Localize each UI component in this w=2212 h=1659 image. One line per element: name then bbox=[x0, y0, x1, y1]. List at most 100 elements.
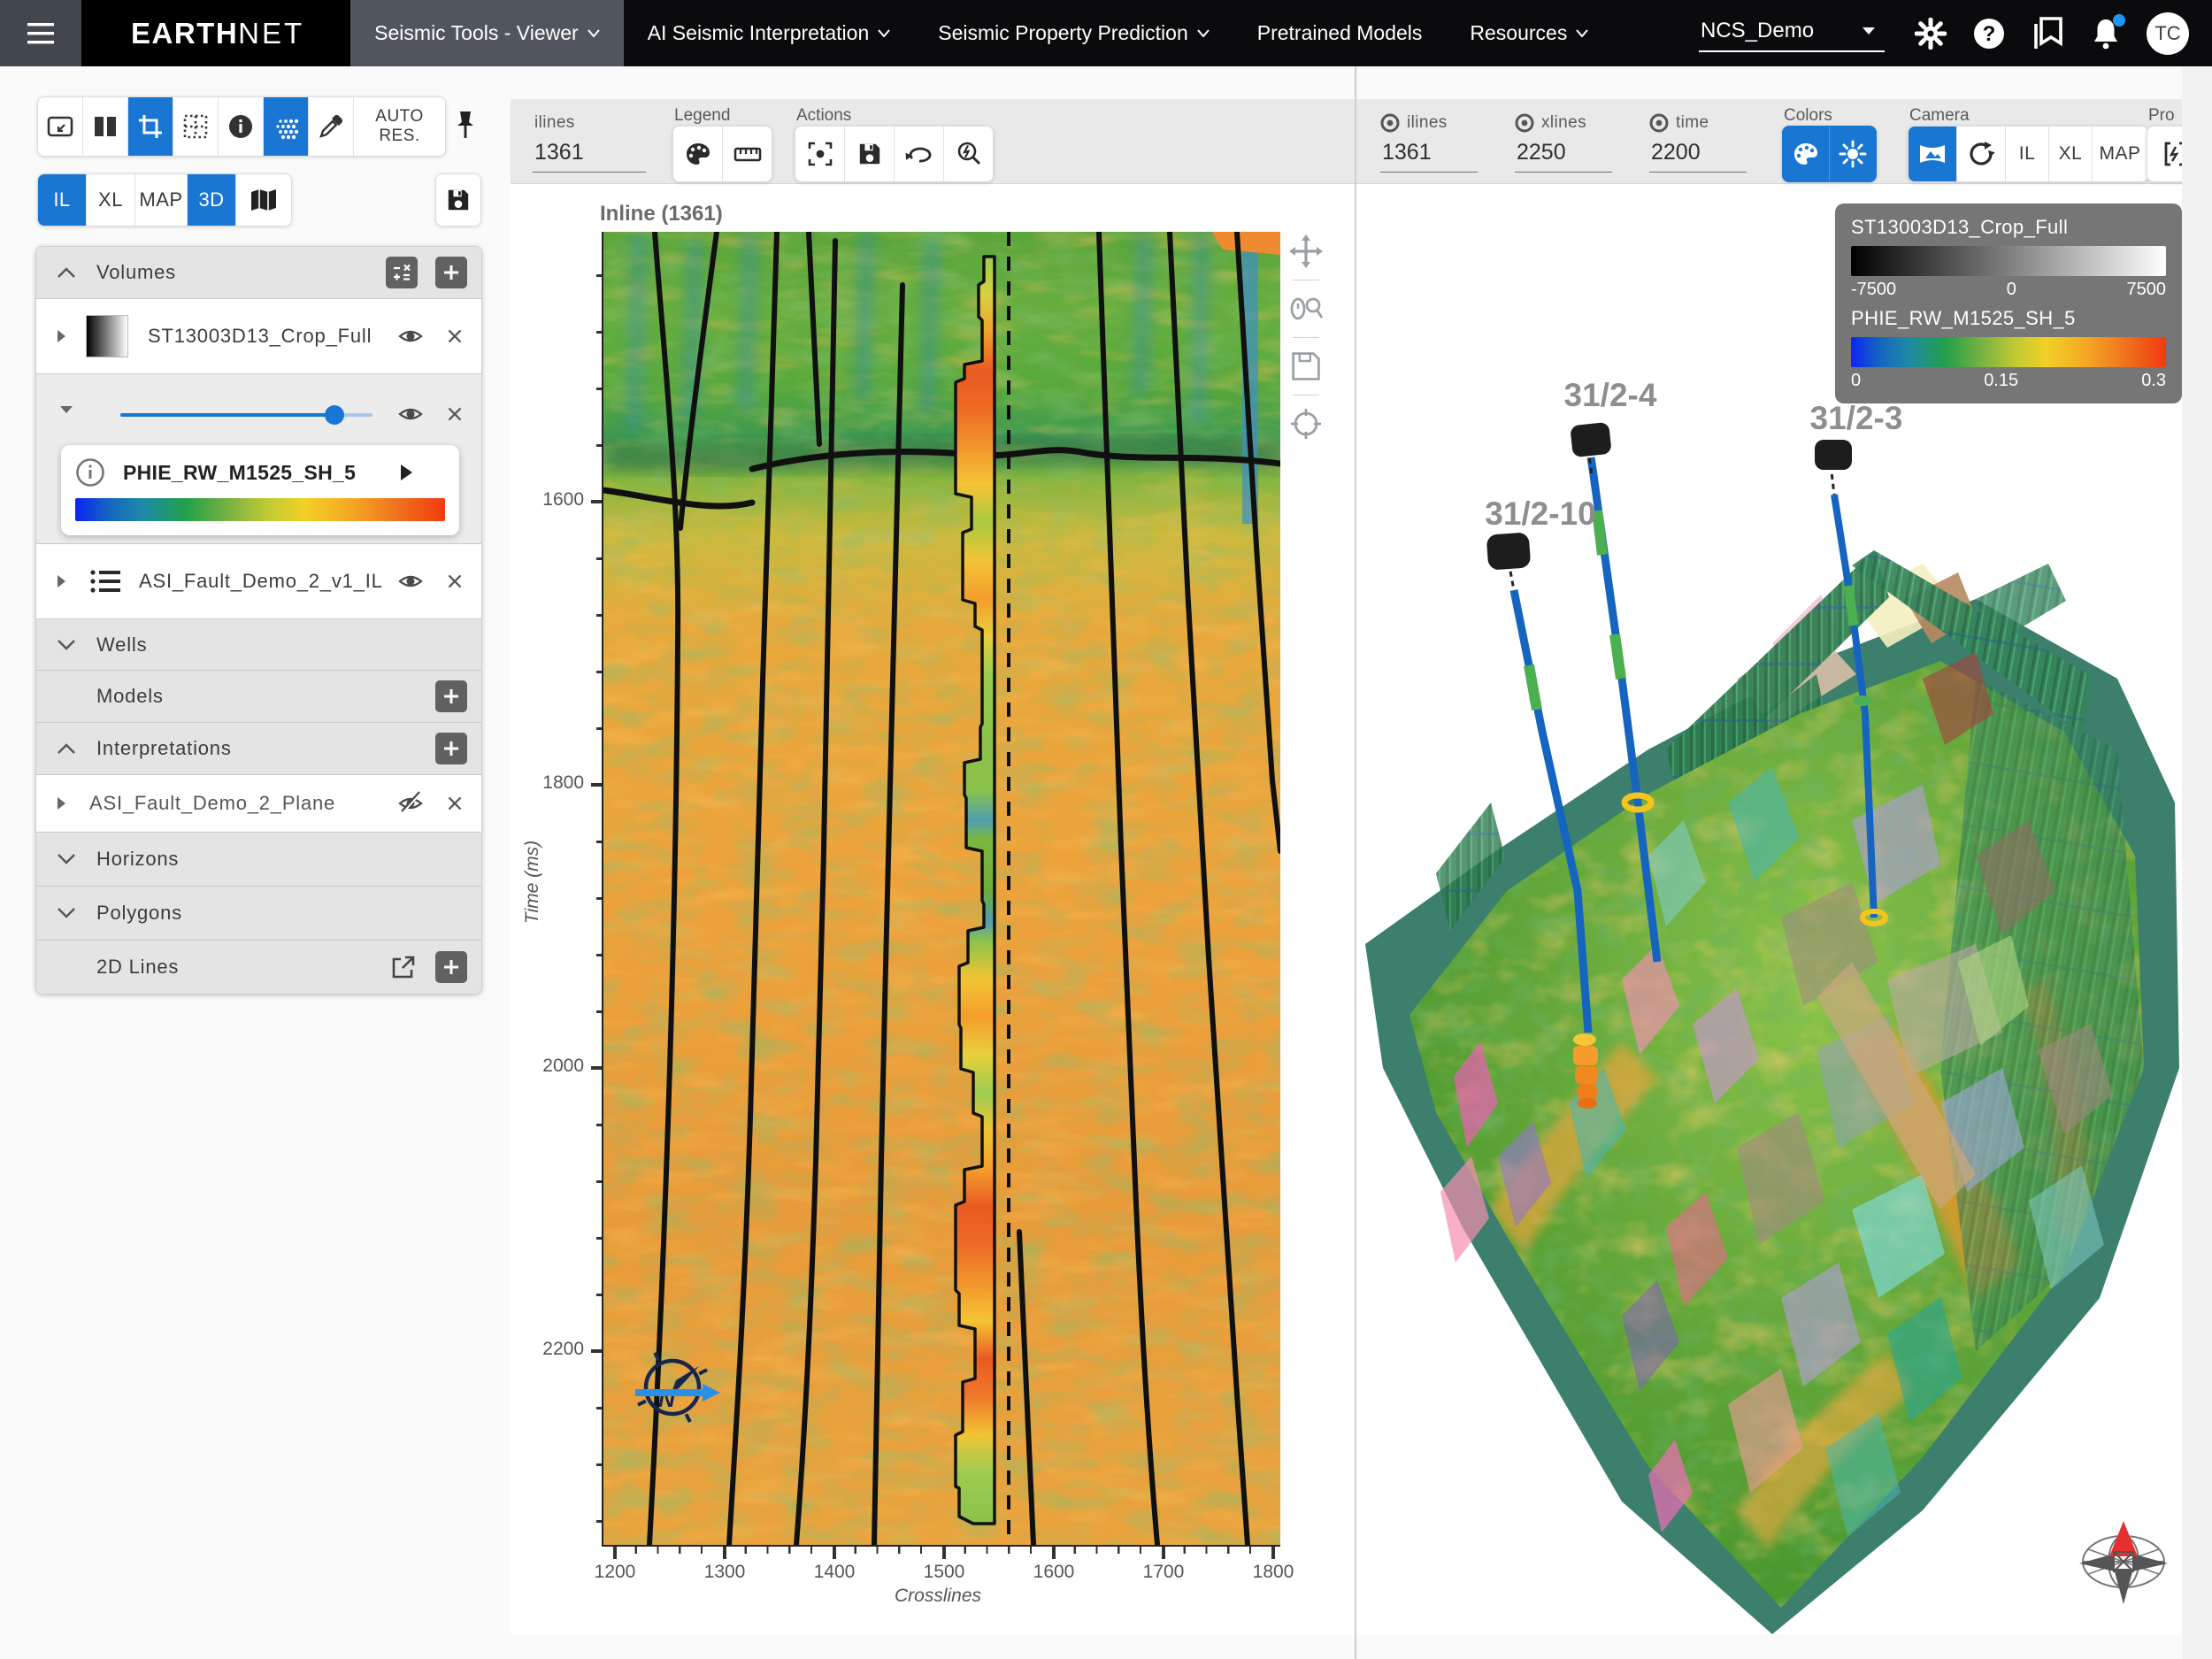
camera-rotate-button[interactable] bbox=[1957, 127, 2006, 181]
visibility-dot-icon[interactable] bbox=[1380, 113, 1400, 133]
colors-palette-button[interactable] bbox=[1783, 127, 1830, 181]
save-icon bbox=[446, 188, 471, 212]
fit-screen-button[interactable] bbox=[38, 97, 83, 156]
dots-density-button[interactable] bbox=[264, 97, 309, 156]
volume-item-st13003d13[interactable]: ST13003D13_Crop_Full bbox=[36, 299, 481, 374]
projection-group-label: Pro bbox=[2148, 106, 2175, 126]
view-3d-button[interactable]: 3D bbox=[188, 174, 236, 226]
svg-text:?: ? bbox=[1983, 22, 1996, 46]
colors-group-label: Colors bbox=[1784, 106, 1832, 126]
section-2d-lines[interactable]: 2D Lines bbox=[36, 941, 481, 994]
add-interpretation-button[interactable] bbox=[435, 733, 467, 764]
section-volumes[interactable]: Volumes bbox=[36, 247, 481, 299]
open-2d-lines-button[interactable] bbox=[389, 953, 418, 981]
save-section-button[interactable] bbox=[1286, 347, 1325, 386]
opacity-slider-fill bbox=[120, 413, 334, 417]
info-tool-button[interactable] bbox=[219, 97, 264, 156]
split-view-button[interactable] bbox=[83, 97, 128, 156]
info-circle-icon[interactable] bbox=[75, 457, 105, 488]
plus-icon bbox=[441, 956, 462, 978]
ilines3d-field-value[interactable]: 1361 bbox=[1382, 140, 1432, 165]
interpretation-item-plane[interactable]: ASI_Fault_Demo_2_Plane bbox=[36, 775, 481, 833]
save-image-button[interactable] bbox=[845, 127, 895, 181]
remove-layer-button[interactable] bbox=[442, 569, 467, 594]
notifications-button[interactable] bbox=[2088, 16, 2124, 51]
opacity-slider-knob[interactable] bbox=[325, 405, 344, 425]
help-button[interactable]: ? bbox=[1971, 16, 2007, 51]
visibility-dot-icon[interactable] bbox=[1649, 113, 1669, 133]
nav-item-seismic-tools[interactable]: Seismic Tools - Viewer bbox=[350, 0, 624, 66]
colormap-legend-button[interactable] bbox=[673, 127, 723, 181]
add-volume-button[interactable] bbox=[435, 257, 467, 288]
nav-item-ai-interpretation[interactable]: AI Seismic Interpretation bbox=[624, 0, 915, 66]
view-toolbar: AUTO RES. bbox=[37, 96, 446, 157]
rainbow-legend-ticks: 00.150.3 bbox=[1851, 371, 2166, 391]
section-interpretations[interactable]: Interpretations bbox=[36, 723, 481, 775]
time3d-field-value[interactable]: 2200 bbox=[1651, 140, 1701, 165]
volume-item-asi-fault[interactable]: ASI_Fault_Demo_2_v1_IL bbox=[36, 544, 481, 619]
crosshair-tool-button[interactable] bbox=[1286, 404, 1325, 443]
view-il-button[interactable]: IL bbox=[38, 174, 87, 226]
y-tick: 1800 bbox=[513, 772, 584, 794]
visibility-dot-icon[interactable] bbox=[1515, 113, 1534, 133]
save-view-button[interactable] bbox=[436, 174, 480, 226]
visibility-off-toggle[interactable] bbox=[396, 790, 425, 817]
remove-layer-button[interactable] bbox=[442, 402, 467, 426]
basemap-button[interactable] bbox=[236, 174, 291, 226]
section-models[interactable]: Models bbox=[36, 671, 481, 723]
volume-calculator-button[interactable] bbox=[386, 257, 418, 288]
camera-group: IL XL MAP bbox=[1908, 126, 2148, 182]
view-xl-button[interactable]: XL bbox=[87, 174, 135, 226]
crop-tool-button[interactable] bbox=[128, 97, 173, 156]
center-focus-button[interactable] bbox=[795, 127, 845, 181]
section-polygons[interactable]: Polygons bbox=[36, 887, 481, 941]
section-horizons[interactable]: Horizons bbox=[36, 833, 481, 887]
grid-tool-button[interactable] bbox=[173, 97, 219, 156]
visibility-toggle[interactable] bbox=[396, 568, 425, 595]
rainbow-colormap-bar[interactable] bbox=[75, 498, 445, 521]
hamburger-menu-button[interactable] bbox=[0, 0, 81, 66]
ruler-legend-button[interactable] bbox=[723, 127, 772, 181]
view-map-button[interactable]: MAP bbox=[135, 174, 188, 226]
nav-item-pretrained-models[interactable]: Pretrained Models bbox=[1233, 0, 1447, 66]
camera-xl-button[interactable]: XL bbox=[2049, 127, 2093, 181]
nav-item-property-prediction[interactable]: Seismic Property Prediction bbox=[914, 0, 1233, 66]
right-scroll-gutter[interactable] bbox=[2182, 66, 2212, 1659]
eyedropper-button[interactable] bbox=[309, 97, 354, 156]
expand-play-icon[interactable] bbox=[398, 463, 414, 482]
xlines3d-field-value[interactable]: 2250 bbox=[1517, 140, 1566, 165]
hamburger-icon bbox=[27, 23, 54, 44]
nav-item-resources[interactable]: Resources bbox=[1446, 0, 1612, 66]
ilines-field-value[interactable]: 1361 bbox=[534, 140, 584, 165]
probe-compare-button[interactable] bbox=[1286, 289, 1325, 328]
section-wells[interactable]: Wells bbox=[36, 619, 481, 671]
compass-3d-icon[interactable] bbox=[2079, 1521, 2168, 1604]
settings-button[interactable] bbox=[1913, 16, 1948, 51]
eye-icon bbox=[396, 323, 425, 349]
add-model-button[interactable] bbox=[435, 680, 467, 712]
user-avatar[interactable]: TC bbox=[2147, 12, 2189, 55]
camera-perspective-button[interactable] bbox=[1909, 127, 1957, 181]
plot-title: Inline (1361) bbox=[600, 202, 723, 227]
info-icon bbox=[227, 113, 254, 140]
zoom-reset-button[interactable] bbox=[944, 127, 993, 181]
seismic-section-view[interactable]: N bbox=[603, 232, 1280, 1545]
camera-il-button[interactable]: IL bbox=[2006, 127, 2049, 181]
actions-group-label: Actions bbox=[796, 106, 851, 126]
remove-layer-button[interactable] bbox=[442, 791, 467, 816]
remove-layer-button[interactable] bbox=[442, 324, 467, 349]
workspace-select[interactable]: NCS_Demo bbox=[1699, 15, 1885, 52]
visibility-toggle[interactable] bbox=[396, 401, 425, 427]
pin-panel-button[interactable] bbox=[448, 108, 483, 143]
visibility-toggle[interactable] bbox=[396, 323, 425, 349]
close-icon bbox=[442, 569, 467, 594]
svg-text:31/2-3: 31/2-3 bbox=[1810, 400, 1903, 436]
bookmarks-button[interactable] bbox=[2030, 16, 2065, 51]
camera-map-button[interactable]: MAP bbox=[2093, 127, 2147, 181]
reset-rotation-button[interactable] bbox=[895, 127, 944, 181]
add-2d-line-button[interactable] bbox=[435, 951, 467, 983]
pan-tool-button[interactable] bbox=[1286, 232, 1325, 271]
brightness-button[interactable] bbox=[1830, 127, 1876, 181]
close-icon bbox=[442, 791, 467, 816]
auto-res-button[interactable]: AUTO RES. bbox=[354, 97, 445, 156]
